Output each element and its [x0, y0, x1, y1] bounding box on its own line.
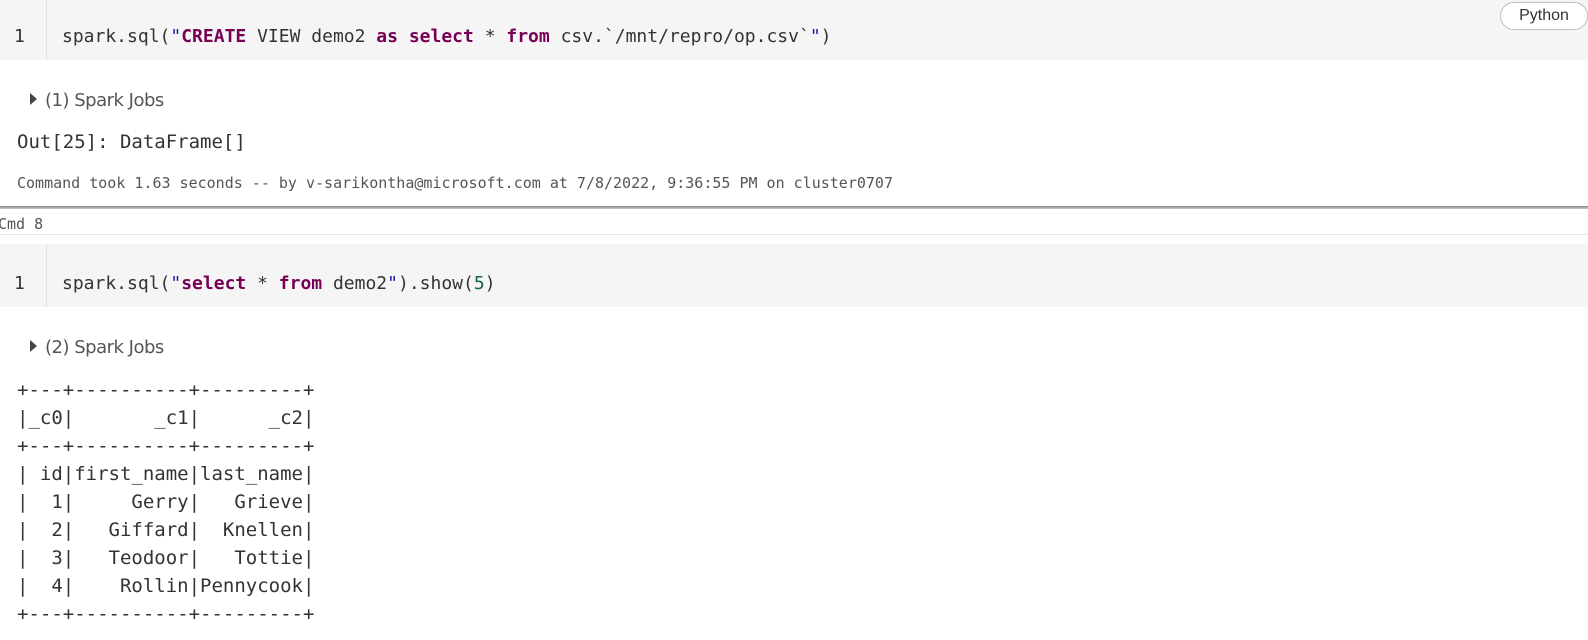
cmd-rule	[0, 234, 1588, 235]
table-row: | 1| Gerry| Grieve|	[17, 491, 315, 513]
table-border: +---+----------+---------+	[17, 379, 315, 401]
code-token-plain: csv.`/mnt/repro/op.csv`	[549, 26, 810, 47]
show-output-table: +---+----------+---------+ |_c0| _c1| _c…	[17, 376, 314, 628]
code-token-kw: CREATE	[181, 26, 247, 47]
caret-right-icon	[30, 340, 37, 352]
spark-jobs-label: (2) Spark Jobs	[45, 337, 164, 358]
table-row: | id|first_name|last_name|	[17, 463, 315, 485]
code-token-plain: )	[484, 273, 496, 294]
code-token-plain: *	[246, 273, 279, 294]
command-took-status: Command took 1.63 seconds -- by v-sariko…	[17, 174, 893, 192]
code-token-str: "	[170, 273, 182, 294]
code-token-kw: select	[181, 273, 247, 294]
code-token-plain: )	[820, 26, 832, 47]
code-token-kw: as	[376, 26, 398, 47]
code-token-str: "	[170, 26, 182, 47]
table-border: +---+----------+---------+	[17, 603, 315, 625]
code-cell-7[interactable]: 1 spark.sql("CREATE VIEW demo2 as select…	[0, 0, 1588, 60]
cell-output: Out[25]: DataFrame[]	[17, 131, 246, 153]
spark-jobs-label: (1) Spark Jobs	[45, 90, 164, 111]
table-row: | 3| Teodoor| Tottie|	[17, 547, 315, 569]
code-token-plain: ).show(	[398, 273, 474, 294]
line-number: 1	[14, 273, 25, 294]
table-row: | 2| Giffard| Knellen|	[17, 519, 315, 541]
line-number: 1	[14, 26, 25, 47]
code-token-plain: spark.sql(	[62, 273, 171, 294]
code-token-num: 5	[473, 273, 485, 294]
code-editor-line[interactable]: spark.sql("select * from demo2").show(5)	[62, 273, 496, 294]
cmd-label: Cmd 8	[0, 215, 44, 233]
language-badge[interactable]: Python	[1500, 2, 1588, 30]
spark-jobs-toggle[interactable]: (1) Spark Jobs	[30, 90, 164, 111]
code-token-plain: VIEW demo2	[246, 26, 377, 47]
code-token-str: "	[809, 26, 821, 47]
code-token-plain: demo2	[322, 273, 388, 294]
cell-divider	[0, 206, 1588, 209]
code-token-str: "	[387, 273, 398, 294]
code-token-kw: select	[408, 26, 474, 47]
table-header: |_c0| _c1| _c2|	[17, 407, 315, 429]
spark-jobs-toggle[interactable]: (2) Spark Jobs	[30, 337, 164, 358]
code-editor-line[interactable]: spark.sql("CREATE VIEW demo2 as select *…	[62, 26, 832, 47]
table-border: +---+----------+---------+	[17, 435, 315, 457]
table-row: | 4| Rollin|Pennycook|	[17, 575, 315, 597]
code-cell-8[interactable]: 1 spark.sql("select * from demo2").show(…	[0, 244, 1588, 307]
code-token-kw: from	[506, 26, 550, 47]
code-token-plain: *	[473, 26, 507, 47]
caret-right-icon	[30, 93, 37, 105]
code-token-plain: spark.sql(	[62, 26, 171, 47]
code-token-kw: from	[278, 273, 323, 294]
